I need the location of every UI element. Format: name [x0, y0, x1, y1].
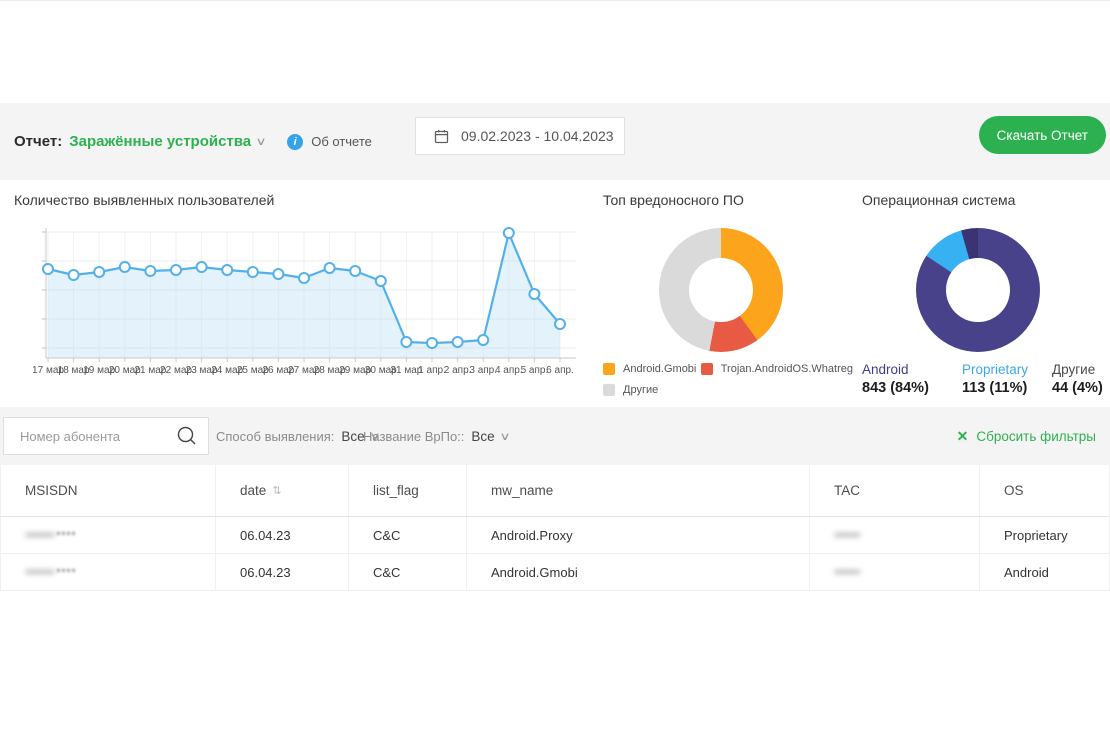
about-report-label: Об отчете — [311, 134, 372, 149]
svg-text:1 апр.: 1 апр. — [418, 365, 446, 376]
os-stat-value: 113 (11%) — [962, 380, 1052, 396]
sort-icon[interactable]: ⇅ — [272, 484, 281, 497]
os-stat-other: Другие 44 (4%) — [1052, 362, 1103, 396]
search-input[interactable] — [18, 428, 176, 445]
cell-tac: •••••••• — [810, 517, 980, 553]
tac-redacted: •••••••• — [834, 565, 860, 579]
cell-mw-name: Android.Proxy — [467, 517, 810, 553]
detection-method-label: Способ выявления: — [216, 429, 334, 444]
cell-mw-name: Android.Gmobi — [467, 554, 810, 590]
report-header-band: Отчет: Заражённые устройства ∨ i Об отче… — [0, 103, 1110, 180]
malware-donut-title: Топ вредоносного ПО — [603, 192, 744, 208]
column-header-tac: TAC — [810, 465, 980, 516]
svg-text:4 апр.: 4 апр. — [495, 365, 523, 376]
column-header-label: date — [240, 483, 266, 498]
chevron-down-icon: ∨ — [256, 135, 267, 148]
cell-msisdn: ••••••••• **** — [1, 554, 216, 590]
date-range-picker[interactable]: 09.02.2023 - 10.04.2023 — [415, 117, 625, 155]
legend-label: Другие — [623, 384, 658, 396]
os-stat-proprietary: Proprietary 113 (11%) — [962, 362, 1052, 396]
about-report[interactable]: i Об отчете — [287, 134, 372, 150]
date-range-value: 09.02.2023 - 10.04.2023 — [461, 128, 614, 144]
charts-section: Количество выявленных пользователей 17 м… — [0, 180, 1110, 407]
os-stat-label: Другие — [1052, 362, 1103, 377]
window-top-divider — [0, 0, 1110, 1]
malware-name-dropdown[interactable]: Название ВрПо:: Все ∨ — [363, 407, 509, 465]
chevron-down-icon: ∨ — [499, 430, 510, 443]
detected-users-line-chart: 17 мар18 мар19 мар20 мар21 мар22 мар23 м… — [33, 220, 578, 382]
close-icon: ✕ — [957, 428, 969, 445]
cell-msisdn: ••••••••• **** — [1, 517, 216, 553]
download-report-button[interactable]: Скачать Отчет — [979, 116, 1106, 154]
column-header-list-flag: list_flag — [349, 465, 467, 516]
svg-text:2 апр.: 2 апр. — [444, 365, 472, 376]
tac-redacted: •••••••• — [834, 528, 860, 542]
svg-text:3 апр.: 3 апр. — [469, 365, 497, 376]
infected-devices-table: MSISDN date ⇅ list_flag mw_name TAC OS •… — [0, 465, 1110, 591]
cell-os: Proprietary — [980, 517, 1109, 553]
malware-name-label: Название ВрПо:: — [363, 429, 464, 444]
detection-method-value: Все — [341, 429, 364, 444]
subscriber-search-box[interactable] — [3, 417, 209, 455]
msisdn-redacted: ••••••••• — [25, 528, 54, 542]
os-donut-chart — [916, 228, 1040, 352]
reset-filters-label: Сбросить фильтры — [976, 429, 1096, 444]
legend-item: Другие — [603, 384, 658, 396]
os-stat-value: 44 (4%) — [1052, 380, 1103, 396]
cell-date: 06.04.23 — [216, 517, 349, 553]
report-label: Отчет: — [14, 133, 62, 150]
legend-swatch-orange — [603, 363, 615, 375]
report-name: Заражённые устройства — [69, 133, 251, 150]
malware-legend: Android.Gmobi Trojan.AndroidOS.Whatreg Д… — [603, 363, 853, 405]
legend-item: Android.Gmobi — [603, 363, 701, 375]
svg-text:6 апр.: 6 апр. — [546, 365, 574, 376]
info-icon: i — [287, 134, 303, 150]
os-stat-value: 843 (84%) — [862, 380, 962, 396]
report-selector-group: Отчет: Заражённые устройства ∨ i Об отче… — [14, 103, 372, 180]
reset-filters-button[interactable]: ✕ Сбросить фильтры — [957, 407, 1096, 465]
os-donut-title: Операционная система — [862, 192, 1015, 208]
msisdn-mask-suffix: **** — [56, 528, 76, 543]
search-icon[interactable] — [176, 425, 198, 447]
os-stats: Android 843 (84%) Proprietary 113 (11%) … — [862, 362, 1103, 396]
msisdn-mask-suffix: **** — [56, 565, 76, 580]
column-header-mw-name: mw_name — [467, 465, 810, 516]
legend-label: Android.Gmobi — [623, 363, 696, 375]
cell-list-flag: C&C — [349, 517, 467, 553]
table-row: ••••••••• **** 06.04.23 C&C Android.Gmob… — [1, 554, 1109, 591]
filter-band: Способ выявления: Все ∨ Название ВрПо:: … — [0, 407, 1110, 465]
cell-date: 06.04.23 — [216, 554, 349, 590]
column-header-date[interactable]: date ⇅ — [216, 465, 349, 516]
os-stat-android: Android 843 (84%) — [862, 362, 962, 396]
table-header-row: MSISDN date ⇅ list_flag mw_name TAC OS — [1, 465, 1109, 517]
donut-hole — [946, 258, 1010, 322]
os-stat-label: Android — [862, 362, 962, 377]
cell-tac: •••••••• — [810, 554, 980, 590]
malware-name-value: Все — [471, 429, 494, 444]
os-stat-label: Proprietary — [962, 362, 1052, 377]
cell-list-flag: C&C — [349, 554, 467, 590]
legend-label: Trojan.AndroidOS.Whatreg — [721, 363, 853, 375]
legend-swatch-red — [701, 363, 713, 375]
column-header-os: OS — [980, 465, 1109, 516]
table-row: ••••••••• **** 06.04.23 C&C Android.Prox… — [1, 517, 1109, 554]
cell-os: Android — [980, 554, 1109, 590]
report-select[interactable]: Заражённые устройства ∨ — [69, 133, 265, 150]
detection-method-dropdown[interactable]: Способ выявления: Все ∨ — [216, 407, 379, 465]
msisdn-redacted: ••••••••• — [25, 565, 54, 579]
svg-text:5 апр.: 5 апр. — [521, 365, 549, 376]
malware-donut-chart — [659, 228, 783, 352]
calendar-icon — [434, 129, 449, 144]
legend-swatch-gray — [603, 384, 615, 396]
legend-item: Trojan.AndroidOS.Whatreg — [701, 363, 853, 375]
column-header-msisdn: MSISDN — [1, 465, 216, 516]
donut-hole — [689, 258, 753, 322]
line-chart-title: Количество выявленных пользователей — [14, 192, 274, 208]
